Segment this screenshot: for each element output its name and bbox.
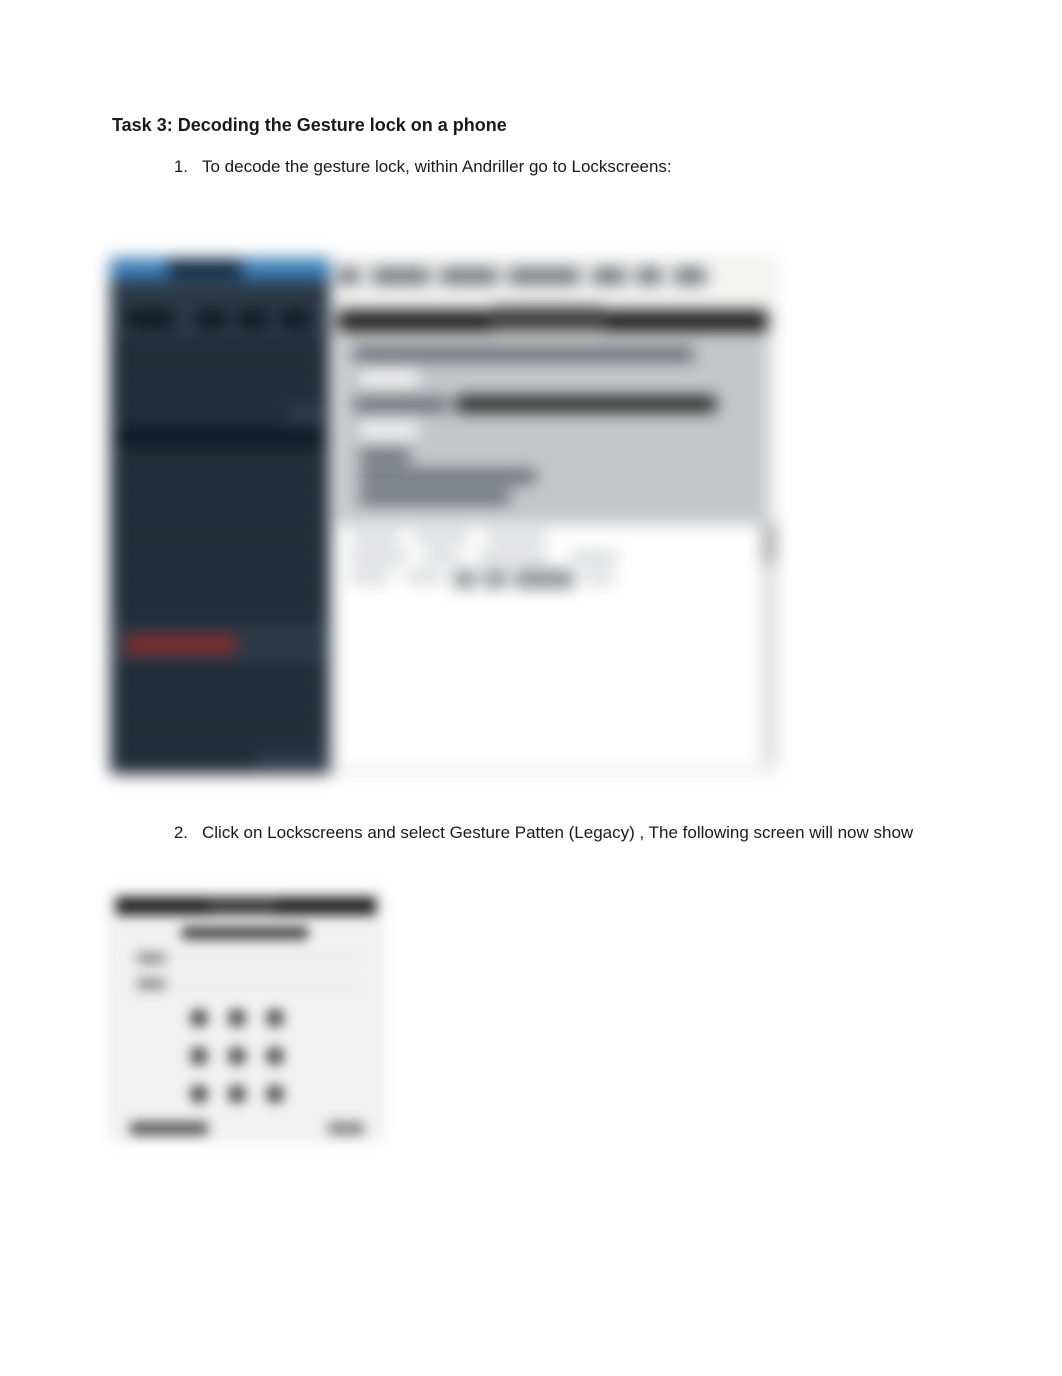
fig1-scrollbar <box>762 524 776 764</box>
fig1-menu-item <box>592 268 626 284</box>
fig2-input-line <box>174 985 364 986</box>
fig1-sidebar-tab <box>238 310 268 328</box>
fig1-sidebar-row <box>116 362 324 380</box>
step-1: 1. To decode the gesture lock, within An… <box>112 154 950 180</box>
fig1-sidebar-row <box>116 604 324 622</box>
fig1-sidebar-row <box>116 494 324 512</box>
fig1-panel-text <box>354 398 448 411</box>
pattern-dot-icon <box>190 1047 208 1065</box>
fig1-scrollbar-thumb <box>762 524 776 564</box>
fig2-status-text <box>130 1122 208 1135</box>
fig2-label <box>182 927 308 939</box>
fig1-menu-item <box>440 268 498 284</box>
step-2: 2. Click on Lockscreens and select Gestu… <box>112 820 950 846</box>
pattern-dot-icon <box>228 1047 246 1065</box>
fig1-sidebar-row <box>116 560 324 578</box>
fig1-menu-item <box>636 268 662 284</box>
fig1-menu-bar <box>330 268 776 290</box>
fig2-status-value <box>328 1122 364 1135</box>
figure-gesture-dialog-blurred <box>110 891 382 1139</box>
fig1-sidebar-row <box>116 730 324 748</box>
fig1-sidebar-highlight <box>126 636 236 654</box>
fig1-sidebar-row <box>116 538 324 556</box>
pattern-dot-icon <box>228 1085 246 1103</box>
fig2-button-label <box>138 980 164 988</box>
pattern-dot-icon <box>266 1085 284 1103</box>
fig1-panel-text <box>360 470 536 483</box>
fig1-sidebar-row <box>116 384 324 402</box>
task-heading: Task 3: Decoding the Gesture lock on a p… <box>112 115 950 136</box>
pattern-dot-icon <box>190 1085 208 1103</box>
fig2-input-line <box>174 958 364 959</box>
fig1-sidebar-row <box>116 664 324 682</box>
pattern-dot-icon <box>190 1009 208 1027</box>
fig2-button-label <box>138 954 164 962</box>
fig1-header-button <box>492 306 604 332</box>
fig1-window-title <box>168 261 242 276</box>
fig1-sidebar-row <box>116 582 324 600</box>
fig1-sidebar-row <box>116 340 324 358</box>
fig1-sidebar-row <box>116 708 324 726</box>
fig1-main-panel <box>330 258 776 774</box>
fig1-panel-text <box>360 490 510 503</box>
fig1-sidebar-row <box>116 450 324 468</box>
fig1-panel-text <box>360 450 410 463</box>
pattern-dot-icon <box>228 1009 246 1027</box>
fig1-sidebar-row-dark <box>116 428 324 446</box>
figure-andriller-main-blurred <box>110 258 776 774</box>
fig1-log-area <box>338 524 768 764</box>
fig1-menu-item <box>674 268 706 284</box>
fig1-sidebar <box>110 258 330 774</box>
fig2-title-text <box>210 897 276 915</box>
document-page: Task 3: Decoding the Gesture lock on a p… <box>0 0 1062 1139</box>
fig1-sidebar-row <box>116 752 256 770</box>
fig1-panel-path <box>456 396 716 412</box>
step-2-number: 2. <box>160 820 188 846</box>
fig1-menu-item <box>338 268 360 284</box>
fig1-panel-button <box>360 368 418 388</box>
fig1-panel-text <box>354 348 694 361</box>
step-1-text: To decode the gesture lock, within Andri… <box>188 154 950 180</box>
fig1-sidebar-tab <box>126 310 174 328</box>
step-2-text: Click on Lockscreens and select Gesture … <box>188 820 950 846</box>
fig1-sidebar-row <box>116 472 324 490</box>
fig1-sidebar-tab <box>196 310 226 328</box>
fig1-sidebar-row <box>116 516 324 534</box>
fig1-menu-item <box>508 268 580 284</box>
pattern-dot-icon <box>266 1047 284 1065</box>
fig1-menu-item <box>372 268 430 284</box>
fig1-sidebar-row <box>116 686 324 704</box>
fig1-config-panel <box>338 336 768 524</box>
fig1-sidebar-row <box>116 406 286 424</box>
pattern-dot-icon <box>266 1009 284 1027</box>
fig1-panel-button <box>360 420 418 440</box>
step-1-number: 1. <box>160 154 188 180</box>
fig1-sidebar-tab <box>280 310 310 328</box>
